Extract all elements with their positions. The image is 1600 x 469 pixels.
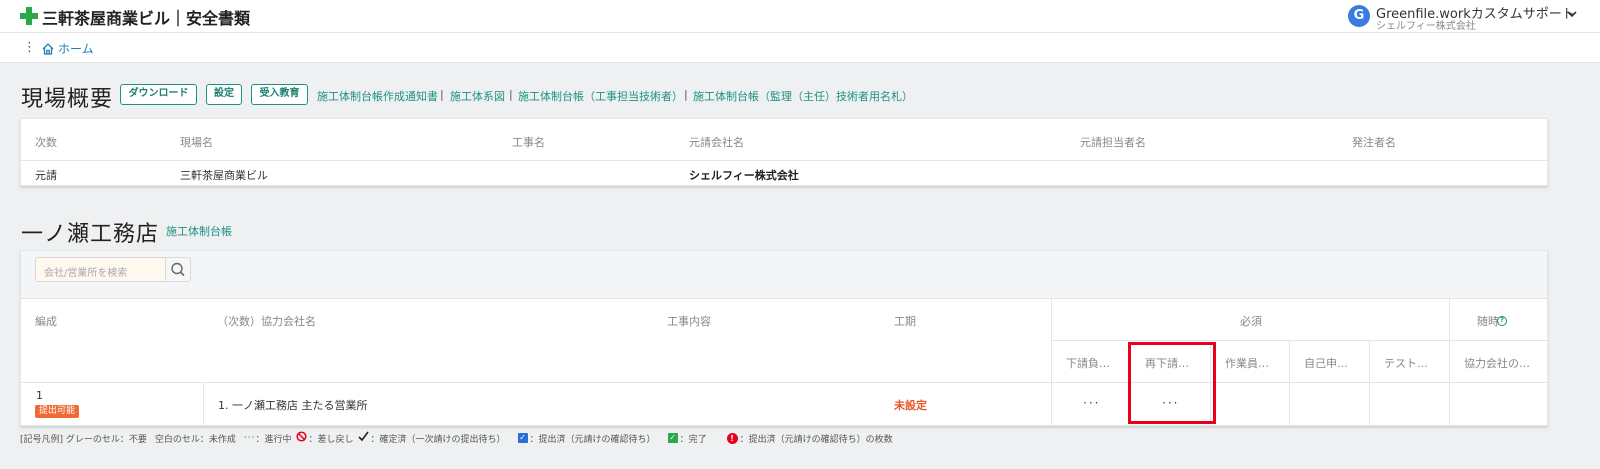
col-divider	[203, 382, 204, 425]
link-ledger-nameplate[interactable]: 施工体制台帳（監理（主任）技術者用名札）	[693, 88, 913, 104]
alert-count-icon: !	[726, 432, 738, 444]
col-divider	[1051, 298, 1052, 425]
link-system-diagram[interactable]: 施工体系図	[450, 88, 505, 104]
link-separator: |	[509, 88, 513, 101]
row-divider	[21, 160, 1547, 161]
highlight-box	[1128, 342, 1216, 424]
status-badge: 提出可能	[35, 405, 80, 418]
home-icon[interactable]	[41, 41, 55, 55]
breadcrumb-home-link[interactable]: ホーム	[58, 40, 94, 57]
company-search-input[interactable]: 会社/営業所を検索	[35, 257, 165, 282]
rejected-icon	[295, 431, 307, 445]
blue-check-icon: ✓	[517, 433, 528, 443]
col-divider	[1289, 340, 1290, 425]
cell-period[interactable]: 未設定	[894, 397, 927, 413]
cell-subcontract-status[interactable]: ···	[1083, 396, 1100, 410]
cell-order: 元請	[35, 169, 57, 182]
green-check-icon: ✓	[667, 433, 678, 443]
link-ledger-engineer[interactable]: 施工体制台帳（工事担当技術者）	[518, 88, 683, 104]
link-construction-notice[interactable]: 施工体制台帳作成通知書	[317, 88, 438, 104]
subheader-divider	[1051, 340, 1547, 341]
cell-site-name: 三軒茶屋商業ビル	[180, 169, 268, 182]
search-button[interactable]	[165, 257, 191, 282]
legend-prefix: [記号凡例] グレーのセル：不要	[20, 434, 147, 445]
chevron-down-icon[interactable]	[1567, 8, 1577, 22]
induction-education-button[interactable]: 受入教育	[251, 84, 308, 105]
download-button[interactable]: ダウンロード	[120, 84, 197, 105]
symbol-legend: [記号凡例] グレーのセル：不要 空白のセル：未作成 ··· ：進行中 ：差し戻…	[20, 431, 893, 445]
legend-done: ：完了	[679, 434, 707, 445]
col-header-site-name: 現場名	[180, 136, 213, 149]
company-ledger-link[interactable]: 施工体制台帳	[166, 223, 232, 239]
link-separator: |	[684, 88, 688, 101]
col-header-partner-docs[interactable]: 協力会社の…	[1464, 355, 1530, 371]
user-company: シェルフィー株式会社	[1376, 21, 1476, 32]
col-header-period: 工期	[894, 315, 916, 328]
col-header-client: 発注者名	[1352, 136, 1396, 149]
breadcrumb: ⋮ ホーム	[0, 33, 1600, 63]
user-avatar[interactable]: G	[1348, 5, 1370, 27]
col-header-prime-company: 元請会社名	[689, 136, 744, 149]
kebab-menu-icon[interactable]: ⋮	[23, 41, 36, 54]
col-header-partner-name: （次数）協力会社名	[217, 315, 316, 328]
app-title: 三軒茶屋商業ビル｜安全書類	[42, 9, 251, 28]
legend-rejected: ：差し戻し	[308, 434, 354, 445]
company-title: 一ノ瀬工務店	[21, 222, 160, 247]
settings-button[interactable]: 設定	[206, 84, 242, 105]
cell-prime-company: シェルフィー株式会社	[689, 169, 799, 182]
col-header-prime-person: 元請担当者名	[1080, 136, 1146, 149]
help-icon[interactable]: ?	[1497, 316, 1507, 326]
group-header-optional: 随時	[1477, 315, 1499, 328]
cell-formation-order: 1	[36, 389, 43, 402]
legend-count: ：提出済（元請けの確認待ち）の枚数	[739, 434, 893, 445]
cell-partner-name[interactable]: 1. 一ノ瀬工務店 主たる営業所	[218, 397, 368, 413]
col-divider	[1369, 340, 1370, 425]
col-header-test[interactable]: テスト…	[1384, 355, 1428, 371]
legend-empty: 空白のセル：未作成	[154, 434, 236, 445]
col-header-work-content: 工事内容	[667, 315, 711, 328]
row-divider	[21, 382, 1547, 383]
col-header-workers[interactable]: 作業員…	[1225, 355, 1269, 371]
table-border	[21, 298, 1547, 299]
overview-table: 次数 現場名 工事名 元請会社名 元請担当者名 発注者名 元請 三軒茶屋商業ビル…	[20, 118, 1548, 186]
col-header-order: 次数	[35, 136, 57, 149]
overview-title: 現場概要	[21, 87, 114, 112]
logo-cross-icon	[20, 7, 38, 25]
legend-submitted: ：提出済（元請けの確認待ち）	[529, 434, 656, 445]
group-header-required: 必須	[1240, 315, 1262, 328]
top-bar: 三軒茶屋商業ビル｜安全書類 G Greenfile.workカスタムサポート シ…	[0, 0, 1600, 33]
col-header-self-report[interactable]: 自己申…	[1304, 355, 1348, 371]
col-header-formation: 編成	[35, 315, 57, 328]
col-header-subcontract[interactable]: 下請負…	[1066, 355, 1110, 371]
link-separator: |	[440, 88, 444, 101]
legend-in-progress: ：進行中	[255, 434, 292, 445]
legend-confirmed: ：確定済（一次請けの提出待ち）	[370, 434, 506, 445]
col-divider	[1449, 298, 1450, 425]
col-header-work-name: 工事名	[512, 136, 545, 149]
legend-in-progress-icon: ···	[243, 433, 256, 443]
checkmark-icon	[357, 431, 369, 445]
